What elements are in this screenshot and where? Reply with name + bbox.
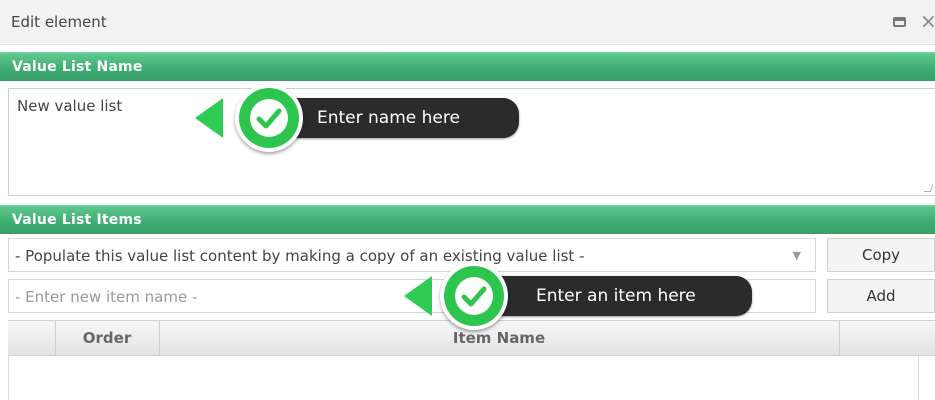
checkmark-badge-icon — [440, 262, 508, 330]
column-header-actions — [839, 321, 935, 356]
maximize-icon[interactable] — [893, 17, 906, 27]
value-list-items-header-label: Value List Items — [12, 212, 142, 228]
value-list-name-value: New value list — [17, 97, 123, 115]
close-icon[interactable]: × — [920, 9, 935, 33]
checkmark-badge-icon — [235, 84, 303, 152]
callout-pointer — [404, 276, 432, 316]
value-list-items-header: Value List Items — [0, 205, 935, 234]
resize-grip-icon[interactable] — [923, 185, 934, 192]
populate-from-existing-select[interactable]: - Populate this value list content by ma… — [8, 238, 816, 272]
column-header-order[interactable]: Order — [55, 321, 160, 356]
callout-pointer — [195, 98, 223, 138]
item-hint-text: Enter an item here — [536, 286, 696, 306]
checkmark-icon — [461, 286, 487, 307]
column-header-item-name[interactable]: Item Name — [159, 321, 840, 356]
items-table-body — [8, 356, 919, 400]
populate-select-value: - Populate this value list content by ma… — [15, 247, 585, 265]
window-title: Edit element — [11, 13, 107, 31]
copy-button[interactable]: Copy — [827, 238, 935, 272]
column-header-select — [8, 321, 56, 356]
value-list-name-header-label: Value List Name — [12, 59, 143, 75]
add-item-button[interactable]: Add — [827, 279, 935, 313]
chevron-down-icon[interactable]: ▼ — [793, 249, 801, 262]
window-titlebar: Edit element × — [0, 0, 935, 45]
checkmark-icon — [256, 108, 282, 129]
name-hint-text: Enter name here — [317, 108, 460, 128]
value-list-name-header: Value List Name — [0, 52, 935, 81]
new-item-placeholder: - Enter new item name - — [15, 288, 198, 306]
